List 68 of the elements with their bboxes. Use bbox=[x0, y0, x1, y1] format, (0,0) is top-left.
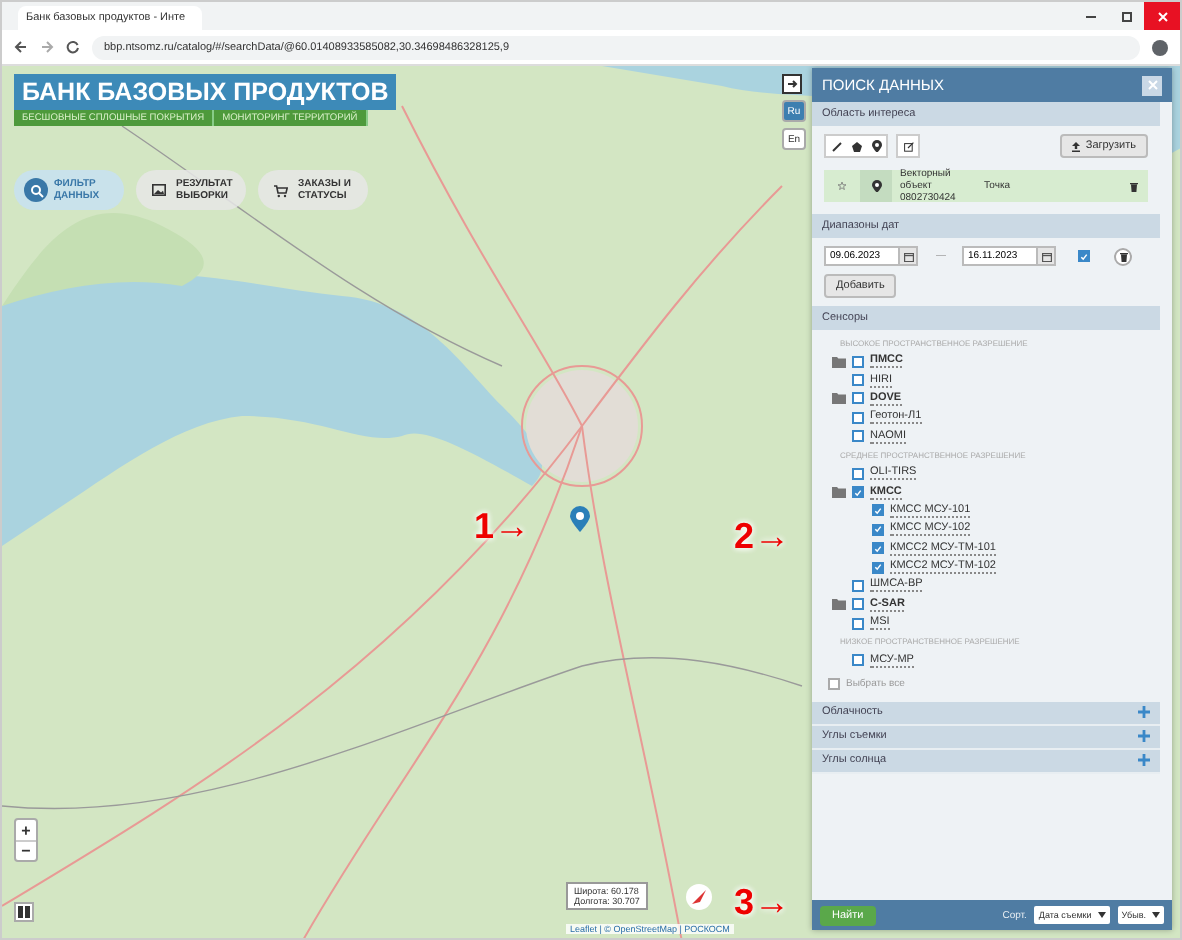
annotation-label: 2→ bbox=[734, 516, 791, 558]
zoom-out-button[interactable]: − bbox=[16, 840, 36, 860]
calendar-icon bbox=[903, 251, 913, 261]
checkbox[interactable] bbox=[1078, 250, 1090, 262]
folder-icon bbox=[832, 355, 846, 368]
forward-icon[interactable] bbox=[40, 40, 54, 54]
plus-icon bbox=[1138, 754, 1150, 767]
calendar-button[interactable] bbox=[1038, 246, 1056, 266]
checkbox[interactable] bbox=[852, 579, 864, 592]
checkbox[interactable] bbox=[852, 374, 864, 387]
close-icon bbox=[1147, 80, 1157, 90]
close-button[interactable] bbox=[1142, 75, 1162, 95]
exit-icon[interactable] bbox=[782, 74, 802, 94]
trash-icon bbox=[1130, 181, 1138, 191]
checkbox[interactable] bbox=[852, 598, 864, 611]
layers-button[interactable] bbox=[14, 902, 34, 922]
minimize-icon[interactable] bbox=[1085, 15, 1095, 17]
folder-icon bbox=[832, 598, 846, 611]
polygon-tool-button[interactable] bbox=[846, 136, 866, 156]
star-icon bbox=[838, 182, 846, 190]
close-icon[interactable] bbox=[1157, 11, 1167, 21]
zoom-in-button[interactable]: + bbox=[16, 820, 36, 840]
profile-icon[interactable] bbox=[1152, 39, 1168, 55]
polygon-icon bbox=[851, 141, 861, 151]
delete-button[interactable] bbox=[1114, 247, 1132, 265]
pin-icon bbox=[570, 506, 590, 532]
calendar-icon bbox=[1041, 251, 1051, 261]
caret-icon bbox=[1152, 912, 1160, 918]
upload-icon bbox=[1071, 141, 1080, 151]
pin-icon bbox=[871, 179, 881, 193]
check-icon bbox=[854, 487, 862, 498]
search-icon bbox=[29, 183, 43, 197]
compass-icon bbox=[686, 884, 712, 910]
checkbox[interactable] bbox=[852, 467, 864, 480]
edit-button[interactable] bbox=[898, 136, 918, 156]
plus-icon bbox=[1138, 706, 1150, 719]
maximize-icon[interactable] bbox=[1121, 11, 1131, 21]
line-icon bbox=[831, 141, 841, 151]
checkbox[interactable] bbox=[852, 654, 864, 667]
checkbox[interactable] bbox=[872, 523, 884, 536]
checkbox[interactable] bbox=[828, 677, 840, 690]
plus-icon bbox=[1138, 730, 1150, 743]
annotation-label: 1→ bbox=[474, 506, 531, 548]
pin-icon bbox=[871, 139, 881, 153]
checkbox[interactable] bbox=[852, 486, 864, 499]
trash-icon bbox=[1119, 251, 1127, 261]
checkbox[interactable] bbox=[852, 617, 864, 630]
back-icon[interactable] bbox=[14, 40, 28, 54]
checkbox[interactable] bbox=[852, 355, 864, 368]
cart-icon bbox=[273, 183, 287, 197]
check-icon bbox=[1080, 251, 1088, 261]
caret-icon bbox=[1097, 912, 1106, 918]
logo-title: БАНК БАЗОВЫХ ПРОДУКТОВ bbox=[14, 74, 397, 110]
checkbox[interactable] bbox=[852, 411, 864, 424]
point-tool-button[interactable] bbox=[866, 136, 886, 156]
checkbox[interactable] bbox=[872, 542, 884, 555]
annotation-label: 3→ bbox=[734, 882, 791, 924]
calendar-button[interactable] bbox=[900, 246, 918, 266]
checkbox[interactable] bbox=[852, 430, 864, 443]
line-tool-button[interactable] bbox=[826, 136, 846, 156]
checkbox[interactable] bbox=[872, 504, 884, 517]
image-icon bbox=[151, 184, 165, 196]
folder-icon bbox=[832, 486, 846, 499]
checkbox[interactable] bbox=[872, 561, 884, 574]
folder-icon bbox=[832, 392, 846, 405]
checkbox[interactable] bbox=[852, 392, 864, 405]
reload-icon[interactable] bbox=[66, 40, 80, 54]
edit-icon bbox=[903, 141, 913, 151]
